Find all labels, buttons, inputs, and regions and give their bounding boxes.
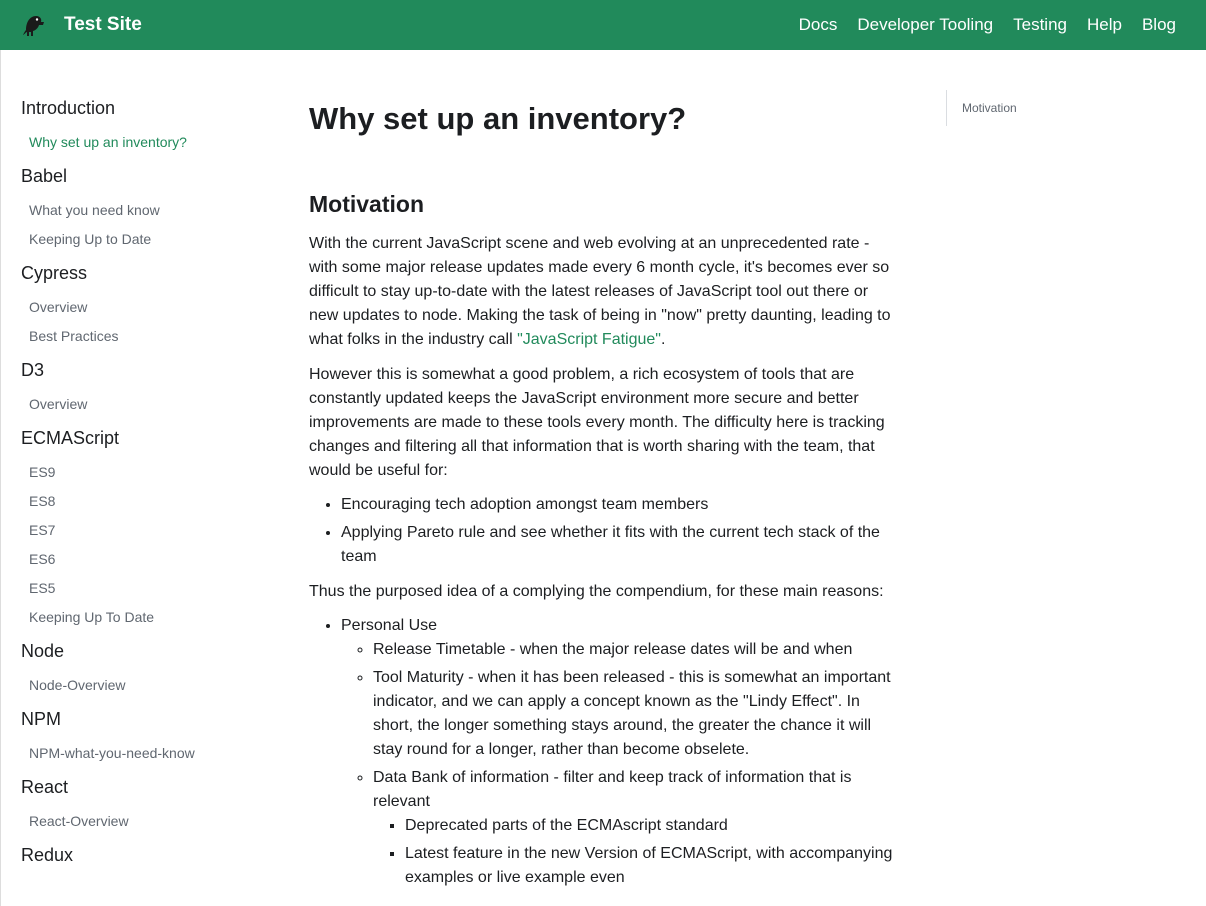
bullet-list: Personal Use Release Timetable - when th… [309, 614, 901, 890]
sidebar-item[interactable]: Keeping Up to Date [29, 225, 271, 254]
nav-link-blog[interactable]: Blog [1142, 15, 1176, 35]
nav-link-help[interactable]: Help [1087, 15, 1122, 35]
sidebar-item[interactable]: ES7 [29, 516, 271, 545]
sidebar-category[interactable]: D3 [21, 358, 271, 382]
sidebar-item[interactable]: ES5 [29, 574, 271, 603]
nav-links: Docs Developer Tooling Testing Help Blog [799, 0, 1176, 50]
paragraph: Thus the purposed idea of a complying th… [309, 583, 884, 600]
sidebar-category[interactable]: Introduction [21, 96, 271, 120]
sidebar-item[interactable]: ES9 [29, 458, 271, 487]
paragraph-text: . [660, 331, 666, 348]
sidebar-item[interactable]: ES6 [29, 545, 271, 574]
sidebar-item[interactable]: Overview [29, 293, 271, 322]
sidebar-category[interactable]: NPM [21, 707, 271, 731]
nav-link-testing[interactable]: Testing [1013, 15, 1067, 35]
list-item: Tool Maturity - when it has been release… [373, 666, 901, 762]
article-content: Why set up an inventory? Motivation With… [309, 96, 901, 894]
list-item-text: Data Bank of information - filter and ke… [373, 769, 852, 810]
sidebar-category[interactable]: ECMAScript [21, 426, 271, 450]
list-item: Encouraging tech adoption amongst team m… [341, 493, 901, 517]
dinosaur-logo-icon [23, 16, 44, 36]
sidebar-item[interactable]: Overview [29, 390, 271, 419]
bullet-list: Encouraging tech adoption amongst team m… [309, 493, 901, 569]
sidebar-group-node: Node Node-Overview [21, 639, 271, 700]
javascript-fatigue-link[interactable]: "JavaScript Fatigue" [517, 331, 661, 348]
sidebar-category[interactable]: React [21, 775, 271, 799]
sidebar-item[interactable]: Best Practices [29, 322, 271, 351]
list-item-text: Personal Use [341, 617, 438, 634]
sidebar-group-react: React React-Overview [21, 775, 271, 836]
sidebar-category[interactable]: Redux [21, 843, 271, 867]
paragraph: With the current JavaScript scene and we… [309, 232, 901, 352]
docs-sidebar: Introduction Why set up an inventory? Ba… [21, 96, 271, 875]
list-item: Data Bank of information - filter and ke… [373, 766, 901, 890]
sidebar-item[interactable]: Node-Overview [29, 671, 271, 700]
section-heading: Motivation [309, 191, 424, 217]
sidebar-category[interactable]: Cypress [21, 261, 271, 285]
top-navbar: Test Site Docs Developer Tooling Testing… [0, 0, 1206, 50]
sidebar-item[interactable]: NPM-what-you-need-know [29, 739, 271, 768]
window-edge [0, 50, 1, 906]
sidebar-group-introduction: Introduction Why set up an inventory? [21, 96, 271, 157]
sidebar-group-d3: D3 Overview [21, 358, 271, 419]
list-item: Personal Use Release Timetable - when th… [341, 614, 901, 890]
sidebar-category[interactable]: Babel [21, 164, 271, 188]
list-item: Latest feature in the new Version of ECM… [405, 842, 901, 890]
nested-list: Release Timetable - when the major relea… [341, 638, 901, 890]
sidebar-group-cypress: Cypress Overview Best Practices [21, 261, 271, 351]
sidebar-item[interactable]: What you need know [29, 196, 271, 225]
sidebar-item[interactable]: React-Overview [29, 807, 271, 836]
nested-list: Deprecated parts of the ECMAscript stand… [373, 814, 901, 890]
brand[interactable]: Test Site [20, 0, 142, 50]
table-of-contents: Motivation [946, 90, 1017, 126]
site-title: Test Site [64, 14, 142, 35]
sidebar-item[interactable]: Keeping Up To Date [29, 603, 271, 632]
sidebar-group-redux: Redux [21, 843, 271, 867]
page-title: Why set up an inventory? [309, 101, 687, 136]
sidebar-item[interactable]: ES8 [29, 487, 271, 516]
sidebar-group-npm: NPM NPM-what-you-need-know [21, 707, 271, 768]
sidebar-item-active[interactable]: Why set up an inventory? [29, 128, 271, 157]
nav-link-docs[interactable]: Docs [799, 15, 838, 35]
sidebar-category[interactable]: Node [21, 639, 271, 663]
paragraph: However this is somewhat a good problem,… [309, 366, 885, 479]
sidebar-group-ecmascript: ECMAScript ES9 ES8 ES7 ES6 ES5 Keeping U… [21, 426, 271, 632]
list-item: Deprecated parts of the ECMAscript stand… [405, 814, 901, 838]
toc-item-motivation[interactable]: Motivation [962, 90, 1017, 126]
list-item: Release Timetable - when the major relea… [373, 638, 901, 662]
sidebar-group-babel: Babel What you need know Keeping Up to D… [21, 164, 271, 254]
nav-link-developer-tooling[interactable]: Developer Tooling [857, 15, 993, 35]
list-item: Applying Pareto rule and see whether it … [341, 521, 901, 569]
